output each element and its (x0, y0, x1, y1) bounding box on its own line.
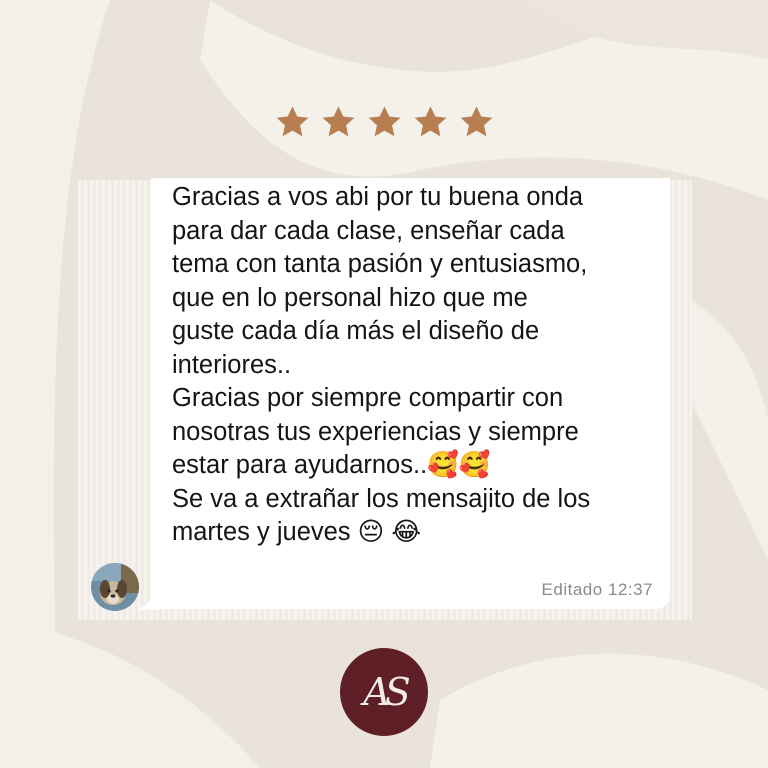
message-line-text: estar para ayudarnos.. (172, 451, 428, 479)
message-meta: Editado 12:37 (542, 580, 653, 600)
dog-photo-avatar (91, 563, 139, 611)
message-line: nosotras tus experiencias y siempre (172, 417, 579, 446)
message-line-text: martes y jueves (172, 518, 358, 546)
message-line: estar para ayudarnos..🥰🥰 (172, 451, 491, 479)
star-icon (322, 106, 354, 137)
bubble-tail (137, 586, 159, 610)
edited-label: Editado (541, 580, 603, 599)
message-line: Se va a extrañar los mensajito de los (172, 484, 591, 513)
star-icon (368, 106, 400, 137)
star-icon (460, 106, 492, 137)
message-text: Gracias a vos abi por tu buena onda para… (172, 181, 662, 550)
rating-stars (0, 104, 768, 141)
message-line: martes y jueves 😔 😂 (172, 518, 421, 546)
message-line: tema con tanta pasión y entusiasmo, (172, 250, 588, 278)
logo-monogram: AS (363, 670, 411, 714)
tears-of-joy-emoji-icon: 😂 (391, 518, 422, 546)
message-line: Gracias por siempre compartir con (172, 384, 564, 412)
brand-logo: AS (340, 648, 428, 736)
star-icon (276, 106, 308, 137)
message-time: 12:37 (607, 580, 653, 599)
sender-avatar[interactable] (91, 563, 139, 611)
pensive-face-emoji-icon: 😔 (357, 518, 385, 546)
star-icon (414, 106, 446, 137)
message-line: Gracias a vos abi por tu buena onda (172, 183, 584, 211)
message-line: para dar cada clase, enseñar cada (172, 216, 565, 245)
message-line: guste cada día más el diseño de (172, 317, 540, 345)
smiling-hearts-emoji-icon: 🥰 (458, 451, 491, 479)
message-line: que en lo personal hizo que me (172, 283, 528, 312)
message-line: interiores.. (172, 350, 292, 379)
smiling-hearts-emoji-icon: 🥰 (427, 451, 459, 479)
